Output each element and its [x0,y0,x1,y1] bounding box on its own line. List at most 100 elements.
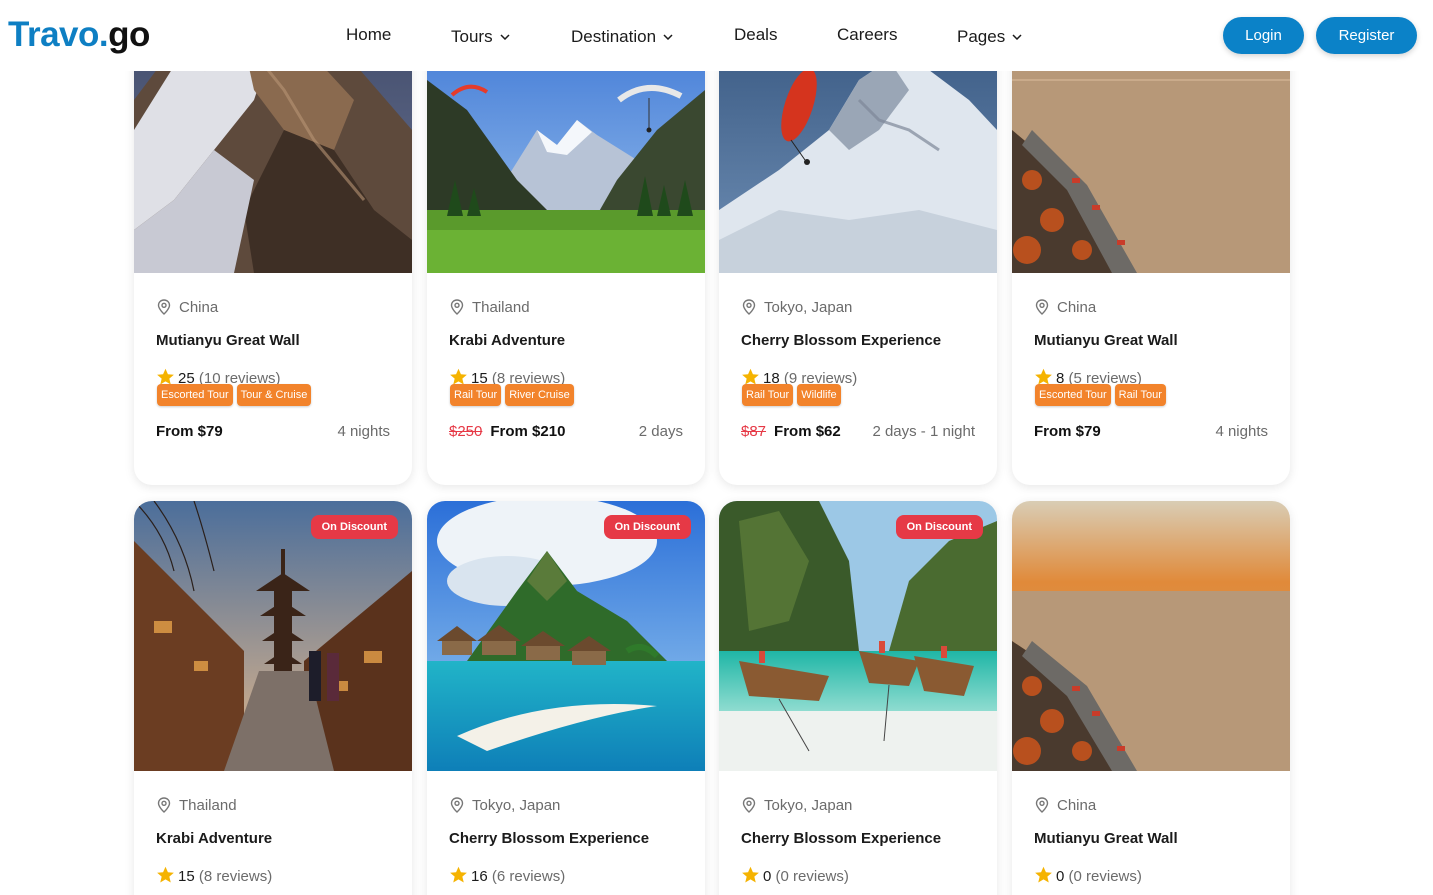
price-original: $87 [741,423,767,440]
location: China [1035,797,1096,818]
duration: 4 nights [1215,423,1268,440]
star-icon [449,866,468,889]
tour-title[interactable]: Mutianyu Great Wall [156,332,300,350]
tour-card[interactable]: China Mutianyu Great Wall 25 (10 reviews… [134,0,412,485]
login-button[interactable]: Login [1223,17,1304,54]
location-text: Tokyo, Japan [472,797,561,814]
tour-title[interactable]: Cherry Blossom Experience [741,332,941,350]
duration: 4 nights [337,423,390,440]
tour-card[interactable]: On Discount Tokyo, Japan Cherry Blossom … [719,501,997,895]
location-text: Tokyo, Japan [764,797,853,814]
discount-badge: On Discount [603,515,691,539]
tag[interactable]: Escorted Tour [1035,384,1111,406]
location-pin-icon [742,797,756,818]
tour-tags: Rail Tour Wildlife [742,384,845,406]
tour-card[interactable]: Tokyo, Japan Cherry Blossom Experience 1… [719,0,997,485]
tour-photo-coast[interactable] [1012,501,1290,771]
tour-card[interactable]: On Discount Thailand Krabi Adventure 15 … [134,501,412,895]
rating-value: 15 [178,868,195,885]
tour-title[interactable]: Mutianyu Great Wall [1034,332,1178,350]
price: From $79 [156,423,223,441]
register-button[interactable]: Register [1316,17,1417,54]
location-pin-icon [157,299,171,320]
page: China Mutianyu Great Wall 25 (10 reviews… [0,0,1433,895]
review-count: (8 reviews) [198,868,273,885]
location-text: Tokyo, Japan [764,299,853,316]
tour-title[interactable]: Cherry Blossom Experience [741,830,941,848]
nav-tours[interactable]: Tours [451,24,510,48]
rating-value: 16 [471,868,488,885]
tour-tags: Rail Tour River Cruise [450,384,578,406]
tour-title[interactable]: Cherry Blossom Experience [449,830,649,848]
rating-value: 0 [1056,868,1065,885]
star-icon [1034,866,1053,889]
discount-badge: On Discount [310,515,398,539]
rating: 15 (8 reviews) [156,866,272,889]
tag[interactable]: Tour & Cruise [236,384,312,406]
site-header: Travo.go Home Tours Destination Deals Ca… [0,0,1433,71]
location: China [1035,299,1096,320]
tag[interactable]: Escorted Tour [157,384,233,406]
tour-photo-pagoda-street[interactable]: On Discount [134,501,412,771]
price: $250 From $210 [449,423,565,441]
tour-title[interactable]: Krabi Adventure [156,830,272,848]
location-text: China [1057,299,1097,316]
price-current: From $79 [1034,423,1101,440]
nav-destination-label: Destination [571,27,657,46]
location-pin-icon [450,797,464,818]
location: Thailand [450,299,530,320]
price-current: From $210 [490,423,566,440]
location-text: China [179,299,219,316]
nav-destination[interactable]: Destination [571,24,673,48]
rating: 0 (0 reviews) [1034,866,1142,889]
tour-tags: Escorted Tour Rail Tour [1035,384,1170,406]
star-icon [156,866,175,889]
tag[interactable]: Rail Tour [1114,384,1166,406]
brand-logo[interactable]: Travo.go [8,14,150,56]
location-text: China [1057,797,1097,814]
nav-tours-label: Tours [451,27,493,46]
tour-card[interactable]: Thailand Krabi Adventure 15 (8 reviews) … [427,0,705,485]
location-pin-icon [157,797,171,818]
location: Tokyo, Japan [742,299,852,320]
nav-home[interactable]: Home [346,24,391,46]
tour-photo-island-bungalows[interactable]: On Discount [427,501,705,771]
location: Tokyo, Japan [742,797,852,818]
review-count: (6 reviews) [491,868,566,885]
price-current: From $79 [156,423,223,440]
price: From $79 [1034,423,1101,441]
tour-card[interactable]: China Mutianyu Great Wall 0 (0 reviews) [1012,501,1290,895]
discount-badge: On Discount [895,515,983,539]
location-pin-icon [1035,299,1049,320]
tag[interactable]: Wildlife [797,384,841,406]
review-count: (0 reviews) [1068,868,1142,885]
rating: 16 (6 reviews) [449,866,565,889]
star-icon [741,866,760,889]
tour-card[interactable]: China Mutianyu Great Wall 8 (5 reviews) … [1012,0,1290,485]
tag[interactable]: Rail Tour [742,384,794,406]
location-text: Thailand [179,797,237,814]
rating-value: 0 [763,868,772,885]
tag[interactable]: River Cruise [505,384,574,406]
nav-deals[interactable]: Deals [734,24,777,46]
tour-card[interactable]: On Discount Tokyo, Japan Cherry Blossom … [427,501,705,895]
nav-pages[interactable]: Pages [957,24,1022,48]
chevron-down-icon [663,24,673,46]
tour-photo-longtail-boats[interactable]: On Discount [719,501,997,771]
location: China [157,299,218,320]
duration: 2 days - 1 night [872,423,975,440]
tag[interactable]: Rail Tour [450,384,502,406]
location-pin-icon [450,299,464,320]
tour-title[interactable]: Mutianyu Great Wall [1034,830,1178,848]
tour-title[interactable]: Krabi Adventure [449,332,565,350]
location-text: Thailand [472,299,530,316]
location: Tokyo, Japan [450,797,560,818]
location: Thailand [157,797,237,818]
price-original: $250 [449,423,483,440]
brand-dot: . [98,15,109,54]
tour-grid: China Mutianyu Great Wall 25 (10 reviews… [0,0,1433,895]
nav-careers[interactable]: Careers [837,24,897,46]
price: $87 From $62 [741,423,841,441]
rating: 0 (0 reviews) [741,866,849,889]
price-current: From $62 [774,423,841,440]
